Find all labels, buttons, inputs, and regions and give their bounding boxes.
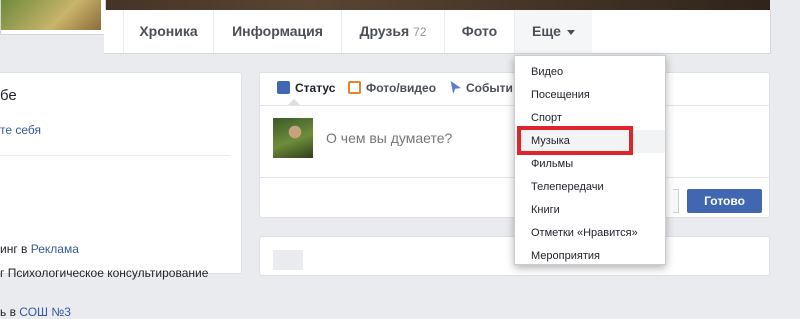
- active-tab-arrow: [288, 99, 300, 105]
- tab-more[interactable]: Еще: [514, 10, 592, 53]
- intro-work-line: инг в Реклама: [0, 242, 79, 256]
- intro-study-text: г Психологическое консультирование: [0, 266, 209, 280]
- friends-count: 72: [413, 25, 427, 39]
- done-button[interactable]: Готово: [687, 189, 762, 213]
- intro-title: бе: [0, 87, 17, 104]
- composer-tab-photo-video[interactable]: Фото/видео: [348, 81, 436, 95]
- composer-tab-status-label: Статус: [295, 81, 336, 95]
- menu-item-video[interactable]: Видео: [515, 61, 665, 84]
- privacy-button-edge[interactable]: [673, 189, 679, 213]
- menu-item-movies[interactable]: Фильмы: [515, 153, 665, 176]
- menu-item-music[interactable]: Музыка: [515, 130, 665, 153]
- chevron-down-icon: [566, 29, 575, 35]
- intro-divider: [0, 155, 230, 156]
- post-avatar: [273, 250, 303, 270]
- photo-icon: [348, 81, 361, 94]
- more-dropdown-menu: Видео Посещения Спорт Музыка Фильмы Теле…: [514, 55, 666, 265]
- intro-school-text: ь в: [0, 305, 20, 319]
- intro-school-link[interactable]: СОШ №3: [19, 305, 71, 319]
- tab-photos[interactable]: Фото: [444, 10, 514, 53]
- menu-item-tv-shows[interactable]: Телепередачи: [515, 176, 665, 199]
- menu-item-books[interactable]: Книги: [515, 199, 665, 222]
- menu-item-visits[interactable]: Посещения: [515, 84, 665, 107]
- tab-timeline[interactable]: Хроника: [123, 10, 213, 53]
- menu-item-sport[interactable]: Спорт: [515, 107, 665, 130]
- intro-work-text: инг в: [0, 242, 31, 256]
- pencil-icon: [277, 81, 290, 94]
- describe-yourself-link[interactable]: те себя: [0, 123, 41, 137]
- tab-more-label: Еще: [532, 23, 561, 39]
- tab-about[interactable]: Информация: [213, 10, 341, 53]
- intro-work-link[interactable]: Реклама: [31, 242, 79, 256]
- intro-card: бе те себя инг в Реклама г Психологическ…: [0, 72, 242, 319]
- flag-icon: [450, 81, 461, 94]
- tab-timeline-label: Хроника: [139, 23, 198, 39]
- profile-picture[interactable]: [1, 0, 101, 30]
- tab-friends-label: Друзья: [359, 23, 410, 39]
- tab-photos-label: Фото: [461, 23, 498, 39]
- composer-avatar: [273, 118, 313, 158]
- cover-photo: [0, 0, 770, 10]
- composer-tab-event-label: Событи: [466, 81, 513, 95]
- composer-tab-photo-label: Фото/видео: [366, 81, 437, 95]
- tab-friends[interactable]: Друзья 72: [341, 10, 444, 53]
- composer-tab-status[interactable]: Статус: [277, 81, 335, 95]
- intro-school-line: ь в СОШ №3: [0, 305, 71, 319]
- menu-item-likes[interactable]: Отметки «Нравится»: [515, 222, 665, 245]
- tab-about-label: Информация: [232, 23, 323, 39]
- composer-tab-life-event[interactable]: Событи: [448, 81, 513, 95]
- menu-item-events[interactable]: Мероприятия: [515, 245, 665, 268]
- intro-study-line: г Психологическое консультирование: [0, 266, 208, 280]
- profile-picture-frame[interactable]: [0, 0, 106, 35]
